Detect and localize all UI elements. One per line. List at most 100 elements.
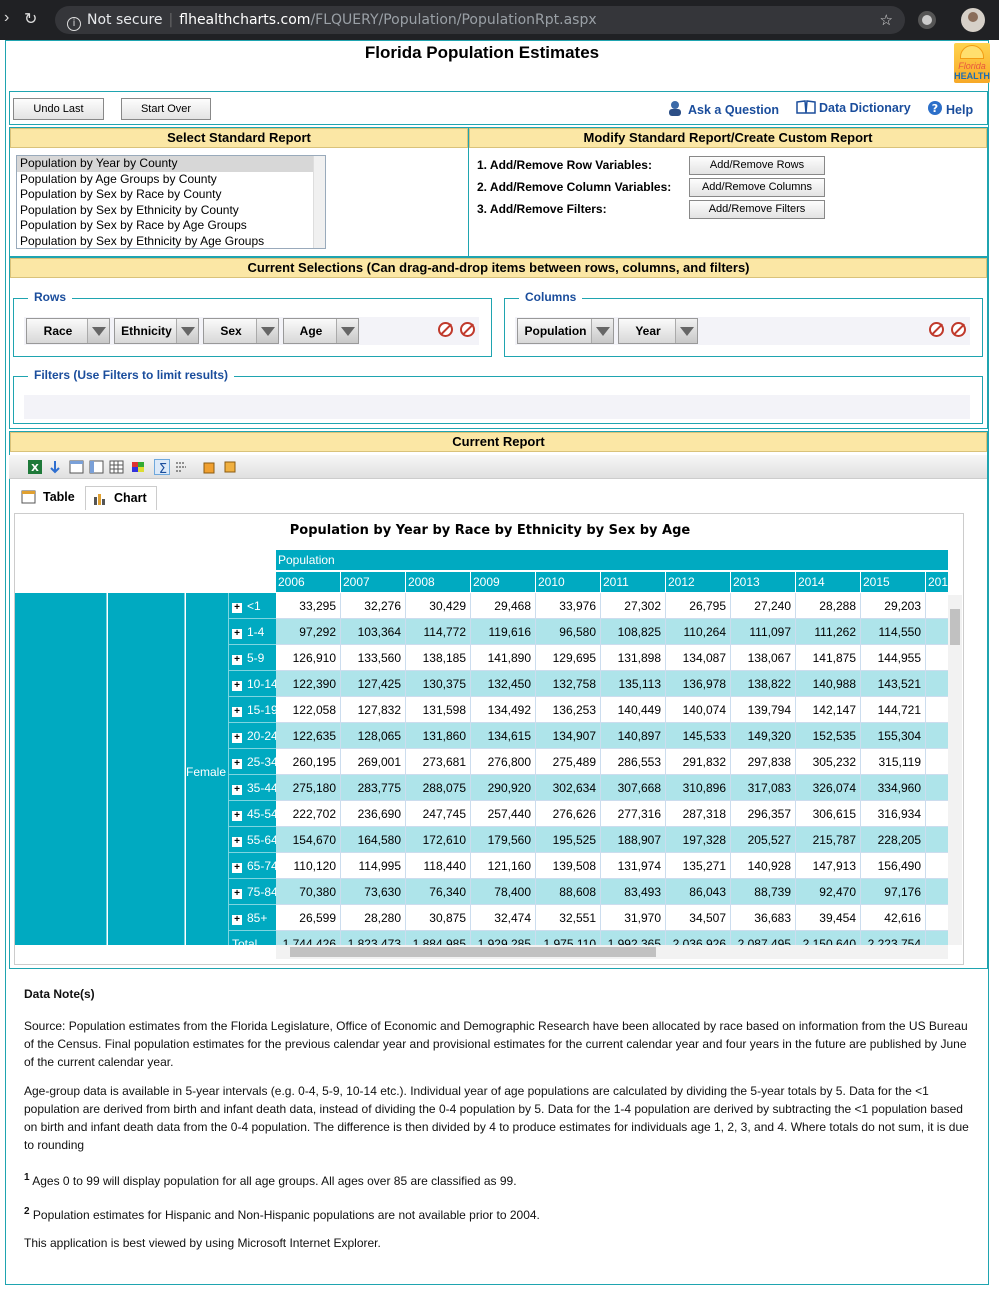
expand-plus-icon[interactable]: + bbox=[232, 733, 242, 743]
age-row-header[interactable]: +45-54 bbox=[229, 801, 276, 827]
row-chip-ethnicity[interactable]: Ethnicity bbox=[114, 318, 199, 344]
age-row-header[interactable]: +55-64 bbox=[229, 827, 276, 853]
cube-icon[interactable] bbox=[202, 459, 218, 475]
info-icon[interactable]: i bbox=[67, 17, 81, 31]
page-title: Florida Population Estimates bbox=[364, 43, 600, 62]
data-cell: 140,897 bbox=[601, 723, 666, 749]
age-row-header[interactable]: +85+ bbox=[229, 905, 276, 931]
expand-plus-icon[interactable]: + bbox=[232, 837, 242, 847]
age-row-header[interactable]: +10-14 bbox=[229, 671, 276, 697]
expand-plus-icon[interactable]: + bbox=[232, 785, 242, 795]
list-item[interactable]: Population by Age Groups by County bbox=[17, 171, 325, 187]
add-remove-columns-button[interactable]: Add/Remove Columns bbox=[689, 178, 825, 197]
start-over-button[interactable]: Start Over bbox=[121, 98, 211, 120]
column-chip-population[interactable]: Population bbox=[517, 318, 614, 344]
grid-icon[interactable] bbox=[109, 459, 125, 475]
data-cell: 131,898 bbox=[601, 645, 666, 671]
year-header[interactable]: 2007 bbox=[341, 572, 406, 592]
data-dictionary-link[interactable]: Data Dictionary bbox=[796, 100, 911, 117]
age-row-header[interactable]: +1-4 bbox=[229, 619, 276, 645]
age-row-header[interactable]: +25-34 bbox=[229, 749, 276, 775]
year-header[interactable]: 201 bbox=[926, 572, 948, 592]
undo-last-button[interactable]: Undo Last bbox=[13, 98, 104, 120]
chevron-down-icon[interactable] bbox=[87, 319, 109, 343]
extension-icon[interactable] bbox=[918, 11, 936, 29]
age-row-header[interactable]: +65-74 bbox=[229, 853, 276, 879]
data-cell: 133,560 bbox=[341, 645, 406, 671]
download-arrow-icon[interactable] bbox=[47, 459, 63, 475]
pivot-alt-icon[interactable] bbox=[89, 459, 105, 475]
list-item[interactable]: Population by Sex by Race by Age Groups bbox=[17, 218, 325, 234]
bookmark-star-icon[interactable]: ☆ bbox=[880, 6, 893, 34]
age-row-header[interactable]: Total bbox=[229, 931, 276, 945]
column-chip-year[interactable]: Year bbox=[618, 318, 698, 344]
ask-question-link[interactable]: Ask a Question bbox=[667, 100, 779, 119]
expand-plus-icon[interactable]: + bbox=[232, 811, 242, 821]
add-remove-rows-button[interactable]: Add/Remove Rows bbox=[689, 156, 825, 175]
chevron-down-icon[interactable] bbox=[591, 319, 613, 343]
horizontal-scrollbar[interactable] bbox=[276, 945, 948, 959]
tab-table[interactable]: Table bbox=[15, 486, 85, 510]
reload-icon[interactable]: ↻ bbox=[24, 9, 37, 29]
chevron-down-icon[interactable] bbox=[256, 319, 278, 343]
year-header[interactable]: 2011 bbox=[601, 572, 666, 592]
sum-icon[interactable]: Σ bbox=[154, 459, 170, 475]
profile-avatar[interactable] bbox=[961, 8, 985, 32]
age-row-header[interactable]: +20-24 bbox=[229, 723, 276, 749]
year-header[interactable]: 2010 bbox=[536, 572, 601, 592]
help-link[interactable]: ? Help bbox=[927, 100, 973, 119]
age-row-header[interactable]: + <1 bbox=[229, 593, 276, 619]
chevron-down-icon[interactable] bbox=[176, 319, 198, 343]
vertical-scrollbar[interactable] bbox=[948, 595, 962, 945]
age-row-header[interactable]: +75-84 bbox=[229, 879, 276, 905]
expand-plus-icon[interactable]: + bbox=[232, 681, 242, 691]
standard-report-list[interactable]: Population by Year by County Population … bbox=[16, 155, 326, 249]
remove-rows-icon[interactable] bbox=[460, 322, 475, 337]
clear-rows-icon[interactable] bbox=[438, 322, 453, 337]
year-header[interactable]: 2014 bbox=[796, 572, 861, 592]
expand-plus-icon[interactable]: + bbox=[232, 707, 242, 717]
address-bar[interactable]: i Not secure | flhealthcharts.com/FLQUERY/P… bbox=[55, 6, 905, 34]
remove-columns-icon[interactable] bbox=[951, 322, 966, 337]
data-cell: 276,626 bbox=[536, 801, 601, 827]
expand-plus-icon[interactable]: + bbox=[232, 915, 242, 925]
filters-drop-zone[interactable] bbox=[24, 395, 970, 419]
age-row-header[interactable]: +5-9 bbox=[229, 645, 276, 671]
year-header[interactable]: 2006 bbox=[276, 572, 341, 592]
sort-icon[interactable] bbox=[174, 459, 190, 475]
cube-alt-icon[interactable] bbox=[222, 459, 238, 475]
list-scrollbar[interactable] bbox=[313, 156, 325, 248]
excel-export-icon[interactable]: X bbox=[27, 459, 43, 475]
year-header[interactable]: 2015 bbox=[861, 572, 926, 592]
list-item[interactable]: Population by Sex by Ethnicity by County bbox=[17, 202, 325, 218]
row-chip-age[interactable]: Age bbox=[283, 318, 359, 344]
tab-chart[interactable]: Chart bbox=[85, 486, 157, 510]
age-row-header[interactable]: +15-19 bbox=[229, 697, 276, 723]
expand-plus-icon[interactable]: + bbox=[232, 759, 242, 769]
list-item[interactable]: Population by Sex by Race by County bbox=[17, 187, 325, 203]
year-header[interactable]: 2009 bbox=[471, 572, 536, 592]
color-palette-icon[interactable] bbox=[131, 459, 147, 475]
chevron-down-icon[interactable] bbox=[336, 319, 358, 343]
age-row-header[interactable]: +35-44 bbox=[229, 775, 276, 801]
svg-text:?: ? bbox=[932, 102, 938, 115]
list-item[interactable]: Population by Sex by Ethnicity by Age Gr… bbox=[17, 233, 325, 248]
year-header[interactable]: 2008 bbox=[406, 572, 471, 592]
expand-plus-icon[interactable]: + bbox=[232, 655, 242, 665]
back-icon[interactable]: › bbox=[4, 9, 9, 27]
expand-plus-icon[interactable]: + bbox=[232, 863, 242, 873]
row-chip-race[interactable]: Race bbox=[26, 318, 110, 344]
add-remove-filters-button[interactable]: Add/Remove Filters bbox=[689, 200, 825, 219]
row-chip-sex[interactable]: Sex bbox=[203, 318, 279, 344]
expand-plus-icon[interactable]: + bbox=[232, 889, 242, 899]
pivot-icon[interactable] bbox=[69, 459, 85, 475]
expand-plus-icon[interactable]: + bbox=[232, 629, 242, 639]
list-item[interactable]: Population by Year by County bbox=[17, 156, 325, 172]
data-cell: 195,525 bbox=[536, 827, 601, 853]
data-cell: 122,635 bbox=[276, 723, 341, 749]
year-header[interactable]: 2013 bbox=[731, 572, 796, 592]
chevron-down-icon[interactable] bbox=[675, 319, 697, 343]
year-header[interactable]: 2012 bbox=[666, 572, 731, 592]
expand-plus-icon[interactable]: + bbox=[232, 603, 242, 613]
clear-columns-icon[interactable] bbox=[929, 322, 944, 337]
